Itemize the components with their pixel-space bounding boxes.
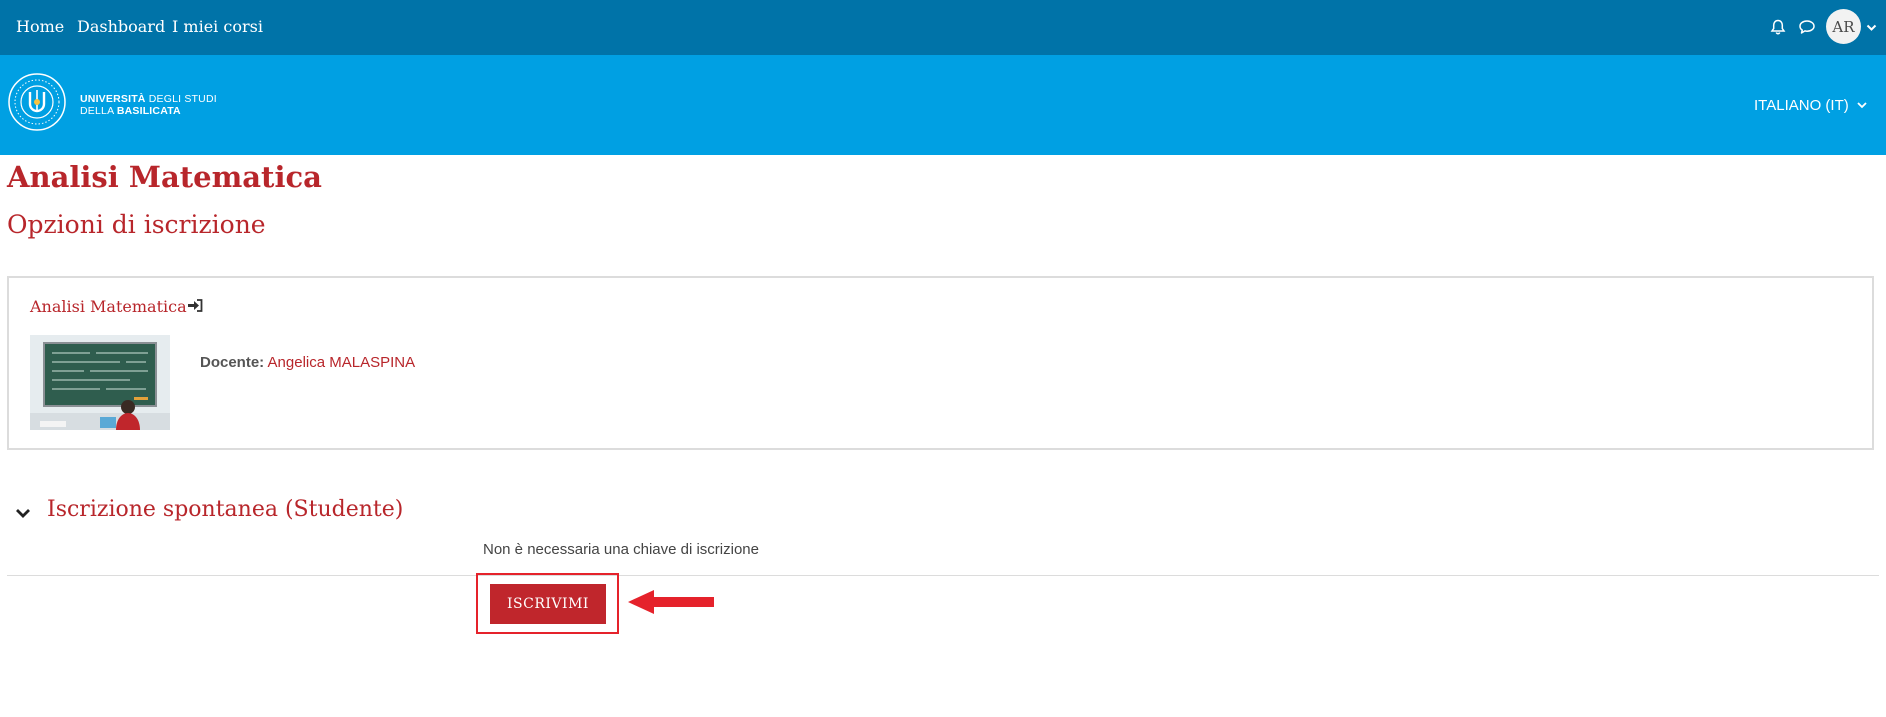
bell-icon[interactable] (1767, 16, 1789, 38)
nav-dashboard-link[interactable]: Dashboard (77, 17, 165, 36)
page-title: Analisi Matematica (7, 160, 322, 194)
university-seal-logo[interactable] (7, 72, 67, 132)
enrol-me-button[interactable]: ISCRIVIMI (490, 584, 606, 624)
university-name-logo-text: UNIVERSITÀ DEGLI STUDI DELLA BASILICATA (80, 93, 217, 117)
course-name-link[interactable]: Analisi Matematica (30, 297, 187, 316)
annotation-arrow-icon (628, 588, 716, 621)
header-banner (0, 55, 1886, 155)
nav-my-courses-link[interactable]: I miei corsi (172, 17, 263, 36)
page-subtitle: Opzioni di iscrizione (7, 210, 266, 239)
section-divider (7, 575, 1879, 576)
top-navbar (0, 0, 1886, 55)
enrolment-key-note: Non è necessaria una chiave di iscrizion… (483, 541, 759, 558)
course-thumbnail-image[interactable] (30, 335, 170, 430)
sign-in-icon (188, 299, 203, 317)
teacher-info: Docente: Angelica MALASPINA (200, 354, 415, 371)
chevron-down-icon (1857, 102, 1867, 109)
language-selector[interactable]: ITALIANO (IT) (1754, 97, 1867, 114)
user-avatar[interactable]: AR (1826, 9, 1861, 44)
language-label: ITALIANO (IT) (1754, 97, 1849, 114)
chat-icon[interactable] (1796, 16, 1818, 38)
teacher-label: Docente: (200, 354, 265, 371)
nav-home-link[interactable]: Home (16, 17, 64, 36)
self-enrolment-section-title[interactable]: Iscrizione spontanea (Studente) (47, 497, 403, 522)
chevron-down-icon[interactable] (1866, 19, 1877, 37)
teacher-name-link[interactable]: Angelica MALASPINA (268, 354, 416, 371)
collapse-chevron-icon[interactable] (15, 506, 31, 524)
